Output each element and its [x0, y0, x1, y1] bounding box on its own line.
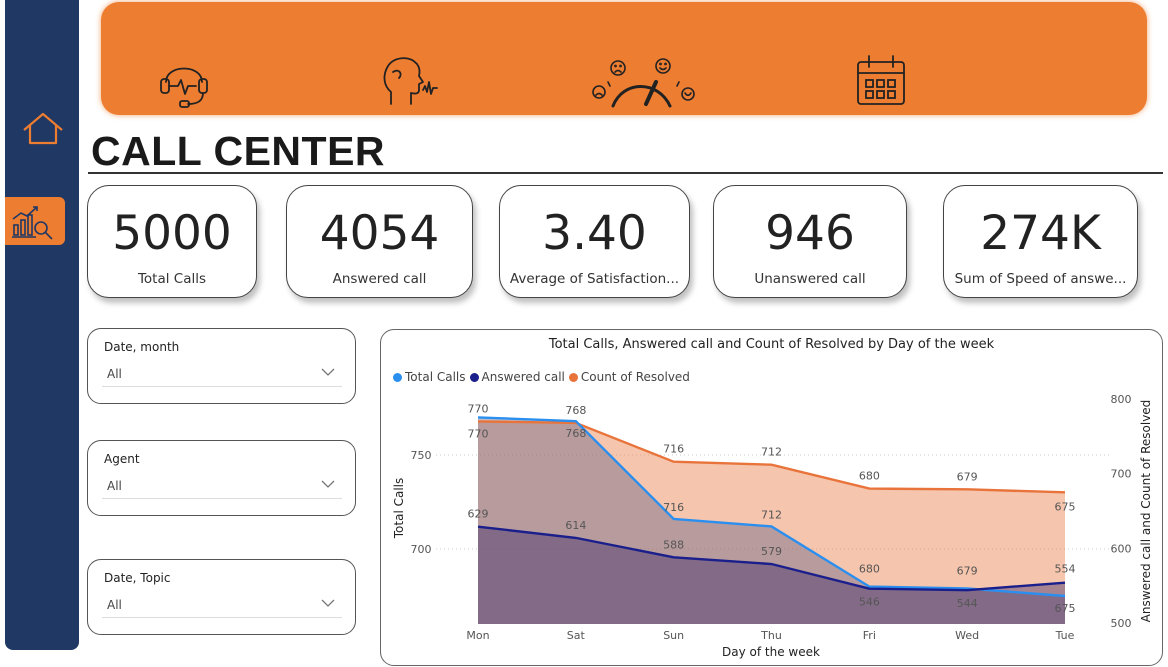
- page-title: CALL CENTER: [91, 128, 386, 174]
- data-label-total-calls: 770: [468, 427, 489, 440]
- kpi-value: 946: [765, 206, 855, 261]
- data-label-answered-call: 588: [663, 538, 684, 551]
- slicer-value: All: [107, 598, 122, 612]
- kpi-card-answered-call[interactable]: 4054 Answered call: [286, 185, 473, 298]
- slicer-label: Agent: [104, 452, 140, 466]
- headset-icon: [156, 52, 212, 114]
- speaking-head-icon: [379, 52, 443, 114]
- x-tick-label: Sat: [567, 629, 586, 642]
- x-tick-label: Fri: [863, 629, 876, 642]
- x-tick-label: Mon: [466, 629, 489, 642]
- chart-legend: Total Calls Answered call Count of Resol…: [393, 370, 690, 384]
- data-label-count-of-resolved: 680: [859, 470, 880, 483]
- data-label-total-calls: 716: [663, 501, 684, 514]
- kpi-value: 274K: [980, 206, 1101, 261]
- slicer-label: Date, Topic: [104, 571, 171, 585]
- data-label-answered-call: 554: [1055, 563, 1076, 576]
- legend-item-total-calls[interactable]: Total Calls: [393, 370, 466, 384]
- chevron-down-icon: [321, 480, 335, 488]
- data-label-total-calls: 680: [859, 563, 880, 576]
- slicer-dropdown[interactable]: All: [102, 361, 342, 387]
- data-label-count-of-resolved: 712: [761, 446, 782, 459]
- legend-dot: [469, 372, 479, 382]
- right-tick-label: 700: [1111, 468, 1132, 481]
- right-tick-label: 800: [1111, 393, 1132, 406]
- kpi-card-average-satisfaction[interactable]: 3.40 Average of Satisfaction...: [499, 185, 690, 298]
- legend-label: Total Calls: [405, 370, 466, 384]
- x-tick-label: Wed: [955, 629, 979, 642]
- data-label-answered-call: 544: [957, 597, 978, 610]
- x-tick-label: Sun: [663, 629, 684, 642]
- data-label-answered-call: 579: [761, 545, 782, 558]
- analytics-report-icon: [12, 206, 53, 240]
- slicer-value: All: [107, 367, 122, 381]
- kpi-value: 5000: [112, 206, 232, 261]
- chevron-down-icon: [321, 599, 335, 607]
- title-divider: [88, 172, 1163, 174]
- data-label-count-of-resolved: 679: [957, 470, 978, 483]
- kpi-label: Total Calls: [137, 271, 207, 287]
- kpi-label: Answered call: [332, 271, 427, 287]
- kpi-label: Unanswered call: [754, 271, 866, 287]
- chart-title: Total Calls, Answered call and Count of …: [548, 337, 995, 352]
- data-label-total-calls: 768: [565, 427, 586, 440]
- data-label-answered-call: 546: [859, 596, 880, 609]
- legend-dot: [393, 372, 402, 382]
- slicer-date-month: Date, month All: [87, 328, 356, 404]
- data-label-count-of-resolved: 675: [1055, 500, 1076, 513]
- right-tick-label: 600: [1111, 542, 1132, 555]
- y-axis-title-left: Total Calls: [392, 478, 406, 540]
- y-axis-title-right: Answered call and Count of Resolved: [1139, 400, 1153, 623]
- slicer-date-topic: Date, Topic All: [87, 559, 356, 635]
- legend-item-count-of-resolved[interactable]: Count of Resolved: [568, 370, 690, 384]
- x-tick-label: Thu: [760, 629, 782, 642]
- data-label-count-of-resolved: 770: [468, 402, 489, 415]
- legend-dot: [568, 372, 578, 382]
- legend-item-answered-call[interactable]: Answered call: [469, 370, 565, 384]
- slicer-agent: Agent All: [87, 440, 356, 516]
- left-tick-label: 700: [411, 543, 432, 556]
- data-label-answered-call: 614: [565, 519, 586, 532]
- slicer-label: Date, month: [104, 340, 180, 354]
- home-icon[interactable]: [21, 110, 65, 150]
- satisfaction-gauge-icon: [588, 52, 698, 114]
- kpi-label: Sum of Speed of answe...: [954, 271, 1127, 287]
- data-label-count-of-resolved: 716: [663, 443, 684, 456]
- data-label-answered-call: 629: [468, 508, 489, 521]
- slicer-dropdown[interactable]: All: [102, 473, 342, 499]
- kpi-card-speed-of-answer[interactable]: 274K Sum of Speed of answe...: [943, 185, 1138, 298]
- kpi-value: 4054: [319, 206, 440, 261]
- legend-label: Answered call: [481, 370, 565, 384]
- data-label-total-calls: 712: [761, 508, 782, 521]
- left-tick-label: 750: [411, 449, 432, 462]
- calendar-icon: [855, 52, 907, 114]
- kpi-label: Average of Satisfaction...: [509, 271, 680, 287]
- legend-label: Count of Resolved: [580, 370, 690, 384]
- x-axis-title: Day of the week: [722, 645, 820, 659]
- kpi-card-total-calls[interactable]: 5000 Total Calls: [87, 185, 257, 298]
- calls-by-weekday-chart[interactable]: 700 750 500 600 700 800 770 768 716 712 680 679 675 7…: [380, 329, 1163, 666]
- sidebar: [5, 0, 79, 650]
- x-tick-label: Tue: [1055, 629, 1075, 642]
- data-label-total-calls: 679: [957, 564, 978, 577]
- report-page-button[interactable]: [5, 197, 65, 245]
- right-tick-label: 500: [1111, 617, 1132, 630]
- slicer-value: All: [107, 479, 122, 493]
- data-label-count-of-resolved: 768: [565, 404, 586, 417]
- chevron-down-icon: [321, 368, 335, 376]
- header-banner: [101, 2, 1147, 115]
- kpi-card-unanswered-call[interactable]: 946 Unanswered call: [713, 185, 907, 298]
- slicer-dropdown[interactable]: All: [102, 592, 342, 618]
- data-label-total-calls: 675: [1055, 602, 1076, 615]
- kpi-value: 3.40: [542, 206, 647, 261]
